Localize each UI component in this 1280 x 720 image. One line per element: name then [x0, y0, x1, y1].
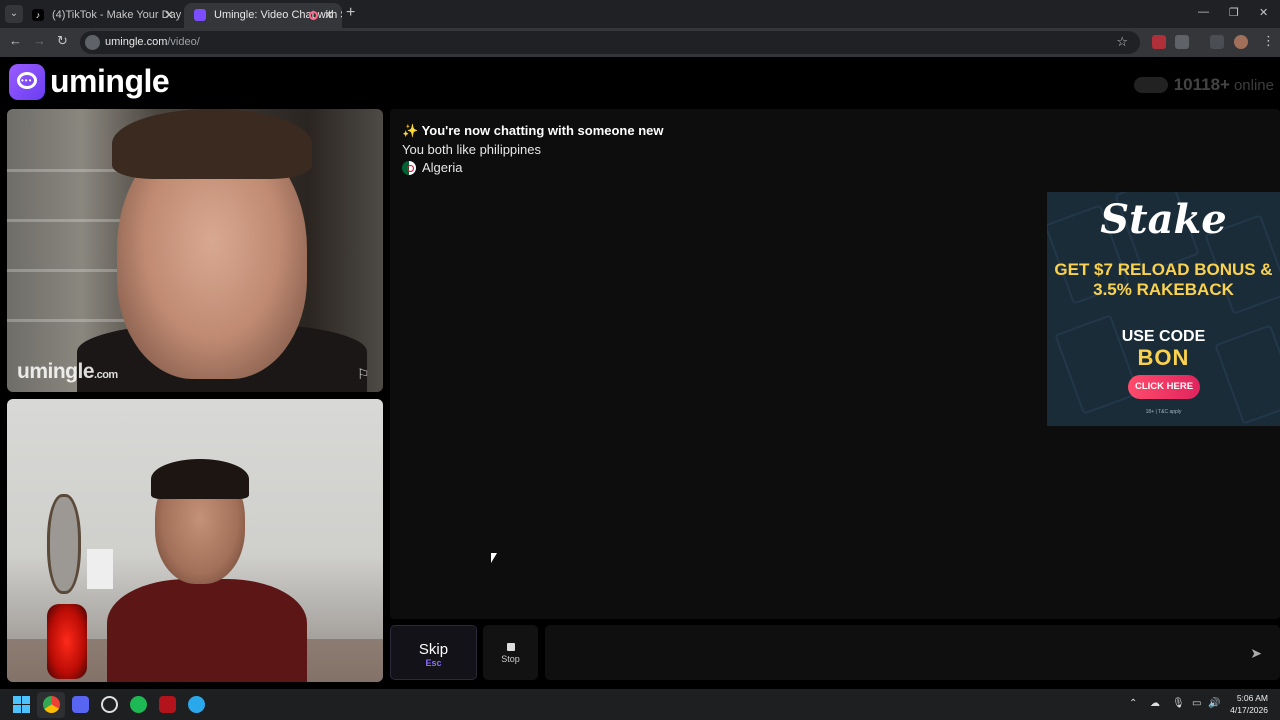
reload-icon[interactable]: ↻: [57, 33, 68, 49]
clock-date: 4/17/2026: [1230, 705, 1268, 715]
show-hidden-icons[interactable]: ⌃: [1129, 698, 1137, 709]
volume-icon[interactable]: 🔊: [1208, 698, 1220, 709]
online-toggle[interactable]: [1133, 77, 1168, 93]
video-watermark: umingle.com: [17, 360, 118, 383]
tab-tiktok[interactable]: ♪ (4)TikTok - Make Your Day ✕: [22, 3, 182, 28]
common-interest-message: You both like philippines: [402, 142, 542, 157]
bookmark-star-icon[interactable]: ☆: [1116, 34, 1128, 50]
menu-kebab-icon[interactable]: ⋮: [1262, 33, 1275, 49]
close-icon[interactable]: ✕: [324, 3, 334, 27]
capcut-icon[interactable]: [159, 696, 176, 713]
stop-button[interactable]: Stop: [483, 625, 538, 680]
ad-click-here-button[interactable]: CLICK HERE: [1128, 375, 1200, 399]
ad-headline: GET $7 RELOAD BONUS & 3.5% RAKEBACK: [1054, 260, 1273, 299]
window-close-icon[interactable]: ✕: [1259, 6, 1268, 19]
stake-ad-banner[interactable]: Stake GET $7 RELOAD BONUS & 3.5% RAKEBAC…: [1047, 192, 1280, 426]
extension-icon[interactable]: [1152, 35, 1166, 49]
address-bar[interactable]: umingle.com/video/ ☆: [80, 31, 1140, 54]
chat-bubble-icon: •••: [9, 63, 45, 100]
url-text: umingle.com/video/: [105, 36, 200, 48]
umingle-page: ••• umingle 10118+ online umingle.com ⚐ …: [0, 57, 1280, 689]
stranger-country: Algeria: [402, 160, 462, 175]
windows-start-icon[interactable]: [13, 696, 30, 713]
recording-icon: [309, 11, 318, 20]
skip-shortcut: Esc: [425, 658, 442, 668]
stop-icon: [506, 643, 515, 651]
onedrive-icon[interactable]: ☁: [1150, 698, 1160, 709]
discord-icon[interactable]: [72, 696, 89, 713]
site-logo[interactable]: ••• umingle: [9, 63, 170, 100]
display-icon[interactable]: ▭: [1192, 698, 1201, 709]
tab-umingle[interactable]: Umingle: Video Chat with St ✕: [184, 3, 342, 28]
tab-search-button[interactable]: ⌄: [5, 5, 23, 23]
chrome-icon[interactable]: [43, 696, 60, 713]
report-flag-icon[interactable]: ⚐: [357, 366, 375, 384]
chat-controls: Skip Esc Stop ➤: [390, 625, 1280, 681]
message-input[interactable]: [545, 625, 1280, 680]
media-controls-icon[interactable]: [1210, 35, 1224, 49]
minimize-icon[interactable]: —: [1198, 6, 1209, 18]
ad-code-label: USE CODE: [1121, 328, 1206, 345]
online-count: 10118+: [1173, 75, 1230, 94]
telegram-icon[interactable]: [188, 696, 205, 713]
stranger-video: umingle.com ⚐: [7, 109, 383, 392]
ad-code: BON: [1137, 345, 1190, 370]
ad-brand: Stake: [1100, 196, 1227, 243]
system-clock[interactable]: 5:06 AM 4/17/2026: [1230, 692, 1268, 716]
new-tab-button[interactable]: +: [346, 4, 355, 22]
mouse-cursor: [491, 553, 503, 563]
tab-label: Umingle: Video Chat with St: [214, 9, 342, 21]
browser-toolbar: ← → ↻ umingle.com/video/ ☆ ⋮: [0, 28, 1280, 57]
windows-taskbar: ⌃ ☁ 🎙 ▭ 🔊 5:06 AM 4/17/2026: [0, 689, 1280, 720]
self-video: [7, 399, 383, 682]
online-indicator: 10118+ online: [1133, 75, 1274, 95]
restore-icon[interactable]: ❐: [1229, 6, 1239, 19]
stop-label: Stop: [501, 654, 520, 664]
send-icon[interactable]: ➤: [1250, 645, 1262, 662]
tab-label: (4)TikTok - Make Your Day: [52, 9, 182, 21]
logo-text: umingle: [50, 63, 170, 99]
microphone-icon[interactable]: 🎙: [1172, 698, 1185, 709]
close-icon[interactable]: ✕: [164, 3, 174, 27]
system-message-title: ✨ You're now chatting with someone new: [402, 123, 664, 138]
spotify-icon[interactable]: [130, 696, 147, 713]
umingle-icon: [194, 9, 206, 21]
forward-icon[interactable]: →: [33, 33, 46, 48]
skip-button[interactable]: Skip Esc: [390, 625, 477, 680]
algeria-flag-icon: [402, 160, 416, 175]
obs-icon[interactable]: [101, 696, 118, 713]
tiktok-icon: ♪: [32, 9, 44, 21]
online-label: online: [1233, 76, 1274, 94]
extensions-puzzle-icon[interactable]: [1175, 35, 1189, 49]
back-icon[interactable]: ←: [9, 33, 22, 48]
browser-tab-bar: ⌄ ♪ (4)TikTok - Make Your Day ✕ Umingle:…: [0, 0, 1280, 28]
site-info-icon[interactable]: [85, 35, 100, 50]
skip-label: Skip: [418, 641, 449, 658]
ad-fine-print: 18+ | T&C apply: [1145, 409, 1182, 415]
clock-time: 5:06 AM: [1236, 693, 1268, 703]
profile-avatar[interactable]: [1234, 35, 1248, 49]
country-name: Algeria: [422, 160, 463, 175]
